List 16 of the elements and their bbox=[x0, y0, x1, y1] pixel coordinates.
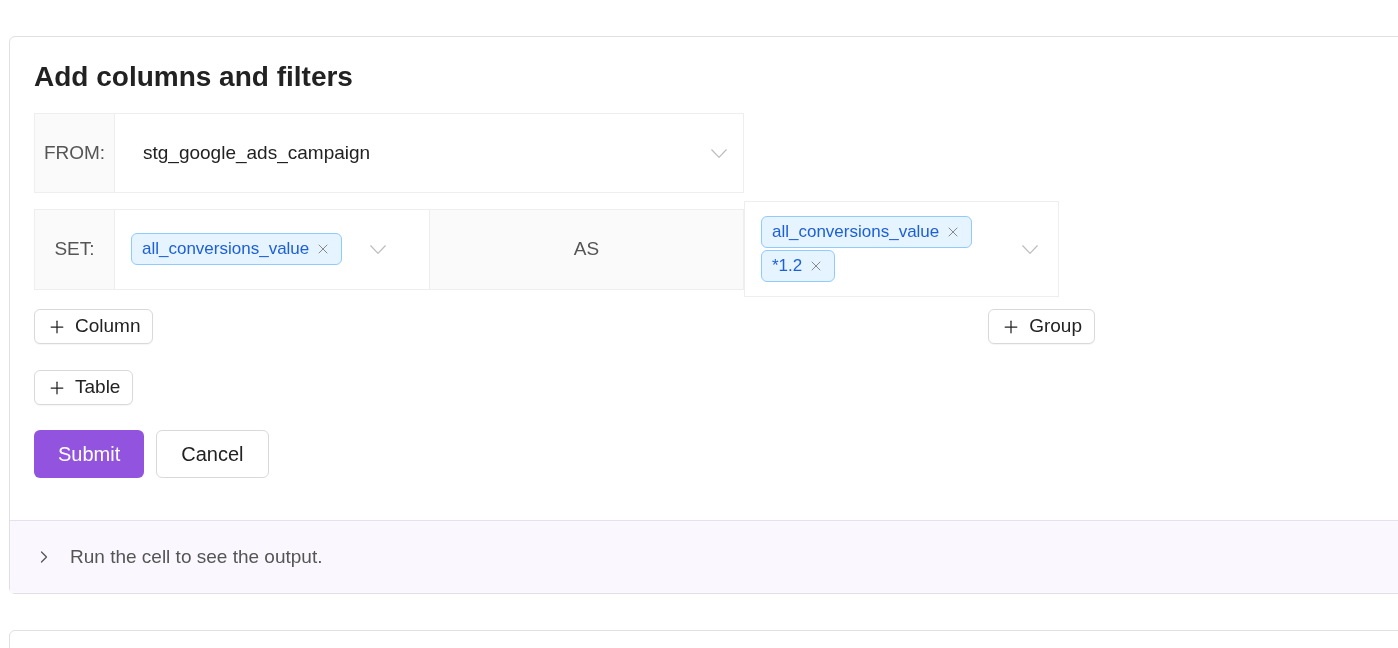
output-bar[interactable]: Run the cell to see the output. bbox=[10, 520, 1398, 593]
add-button[interactable]: Column bbox=[34, 309, 154, 344]
cancel-button[interactable]: Cancel bbox=[156, 430, 269, 478]
submit-button[interactable]: Submit bbox=[34, 430, 145, 478]
tag-chip: all_conversions_value bbox=[131, 233, 343, 265]
add-button[interactable]: Group bbox=[988, 309, 1095, 344]
section-title: Add columns and filters bbox=[34, 61, 354, 93]
as-label: AS bbox=[430, 209, 743, 289]
add-button[interactable]: Table bbox=[34, 370, 134, 405]
expression-select[interactable]: all_conversions_value *1.2 bbox=[744, 201, 1059, 297]
column-select[interactable]: all_conversions_value bbox=[115, 209, 430, 289]
dropdown-caret-icon bbox=[1022, 244, 1038, 254]
tag-chip: all_conversions_value bbox=[761, 216, 973, 248]
tag-chip: *1.2 bbox=[761, 250, 836, 282]
set-label: SET: bbox=[35, 209, 115, 289]
dropdown-caret-icon bbox=[370, 244, 387, 254]
